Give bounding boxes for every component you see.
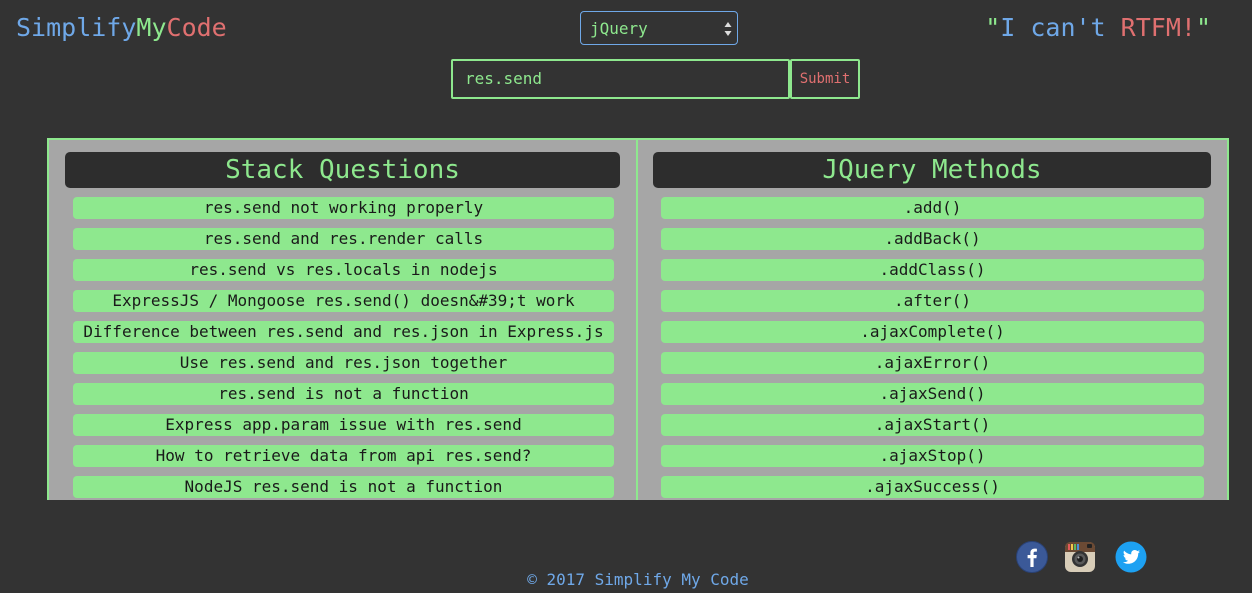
jquery-method-item[interactable]: .ajaxStart() [661,414,1204,436]
jquery-method-item[interactable]: .ajaxSuccess() [661,476,1204,498]
site-logo[interactable]: SimplifyMyCode [16,12,227,44]
stack-question-item[interactable]: res.send and res.render calls [73,228,614,250]
tagline-open-quote: " [985,13,1001,42]
stack-question-item[interactable]: ExpressJS / Mongoose res.send() doesn&#3… [73,290,614,312]
jquery-method-item[interactable]: .add() [661,197,1204,219]
logo-part-code: Code [166,13,227,42]
stack-questions-list: res.send not working properly res.send an… [73,197,614,507]
twitter-icon[interactable] [1115,541,1147,573]
stack-question-item[interactable]: NodeJS res.send is not a function [73,476,614,498]
jquery-method-item[interactable]: .after() [661,290,1204,312]
stack-question-item[interactable]: res.send is not a function [73,383,614,405]
select-arrows-icon [724,22,732,36]
library-select[interactable]: jQuery [580,11,738,45]
jquery-method-item[interactable]: .ajaxSend() [661,383,1204,405]
stack-question-item[interactable]: res.send not working properly [73,197,614,219]
instagram-icon[interactable] [1064,541,1096,573]
jquery-method-item[interactable]: .ajaxStop() [661,445,1204,467]
copyright-text: © 2017 Simplify My Code [527,570,749,589]
tagline: "I can't RTFM!" [985,12,1211,44]
stack-question-item[interactable]: Express app.param issue with res.send [73,414,614,436]
page: SimplifyMyCode jQuery "I can't RTFM!" re… [0,0,1252,593]
jquery-methods-heading: JQuery Methods [653,152,1211,188]
stack-question-item[interactable]: Use res.send and res.json together [73,352,614,374]
jquery-methods-list: .add() .addBack() .addClass() .after() .ajax… [661,197,1204,507]
jquery-method-item[interactable]: .ajaxError() [661,352,1204,374]
jquery-method-item[interactable]: .addClass() [661,259,1204,281]
stack-question-item[interactable]: res.send vs res.locals in nodejs [73,259,614,281]
logo-part-my: My [136,13,167,42]
tagline-close-quote: " [1195,13,1211,42]
tagline-part1: I can't [1000,13,1106,42]
results-panel: Stack Questions res.send not working pro… [47,138,1229,500]
facebook-icon[interactable] [1016,541,1048,573]
jquery-method-item[interactable]: .ajaxComplete() [661,321,1204,343]
logo-part-simplify: Simplify [16,13,137,42]
stack-question-item[interactable]: Difference between res.send and res.json… [73,321,614,343]
search-input[interactable]: res.send [451,59,790,99]
stack-questions-heading: Stack Questions [65,152,620,188]
jquery-method-item[interactable]: .addBack() [661,228,1204,250]
tagline-part2: RTFM! [1120,13,1196,42]
stack-question-item[interactable]: How to retrieve data from api res.send? [73,445,614,467]
library-select-value: jQuery [590,19,648,38]
submit-button[interactable]: Submit [790,59,860,99]
column-divider [636,140,638,500]
